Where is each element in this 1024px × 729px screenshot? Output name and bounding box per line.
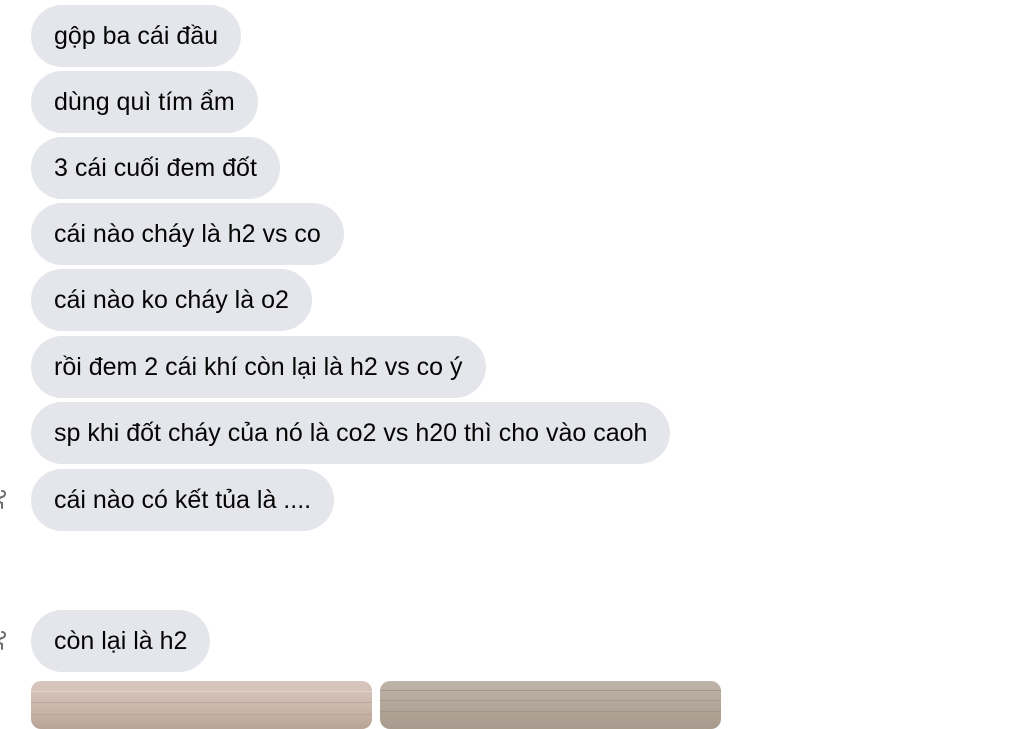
message-bubble[interactable]: sp khi đốt cháy của nó là co2 vs h20 thì… — [31, 402, 671, 464]
message-bubble[interactable]: cái nào cháy là h2 vs co — [31, 203, 344, 265]
message-text: sp khi đốt cháy của nó là co2 vs h20 thì… — [54, 419, 648, 447]
message-text: gộp ba cái đầu — [54, 22, 219, 50]
message-text: rồi đem 2 cái khí còn lại là h2 vs co ý — [54, 353, 463, 381]
avatar-fragment-icon — [0, 490, 6, 509]
message-bubble[interactable]: cái nào ko cháy là o2 — [31, 269, 312, 331]
message-text: còn lại là h2 — [54, 627, 188, 655]
message-text: cái nào có kết tủa là .... — [54, 486, 312, 514]
message-bubble[interactable]: còn lại là h2 — [31, 610, 211, 672]
message-text: cái nào cháy là h2 vs co — [54, 220, 321, 248]
message-text: dùng quì tím ẩm — [54, 88, 235, 116]
message-bubble[interactable]: rồi đem 2 cái khí còn lại là h2 vs co ý — [31, 336, 486, 398]
chat-thread: gộp ba cái đầu dùng quì tím ẩm 3 cái cuố… — [0, 0, 1024, 729]
message-bubble[interactable]: dùng quì tím ẩm — [31, 71, 258, 133]
avatar-fragment-icon — [0, 631, 6, 650]
message-bubble[interactable]: 3 cái cuối đem đốt — [31, 137, 280, 199]
message-bubble[interactable]: cái nào có kết tủa là .... — [31, 469, 335, 531]
message-text: 3 cái cuối đem đốt — [54, 154, 257, 182]
message-bubble[interactable]: gộp ba cái đầu — [31, 5, 242, 67]
message-text: cái nào ko cháy là o2 — [54, 286, 289, 314]
